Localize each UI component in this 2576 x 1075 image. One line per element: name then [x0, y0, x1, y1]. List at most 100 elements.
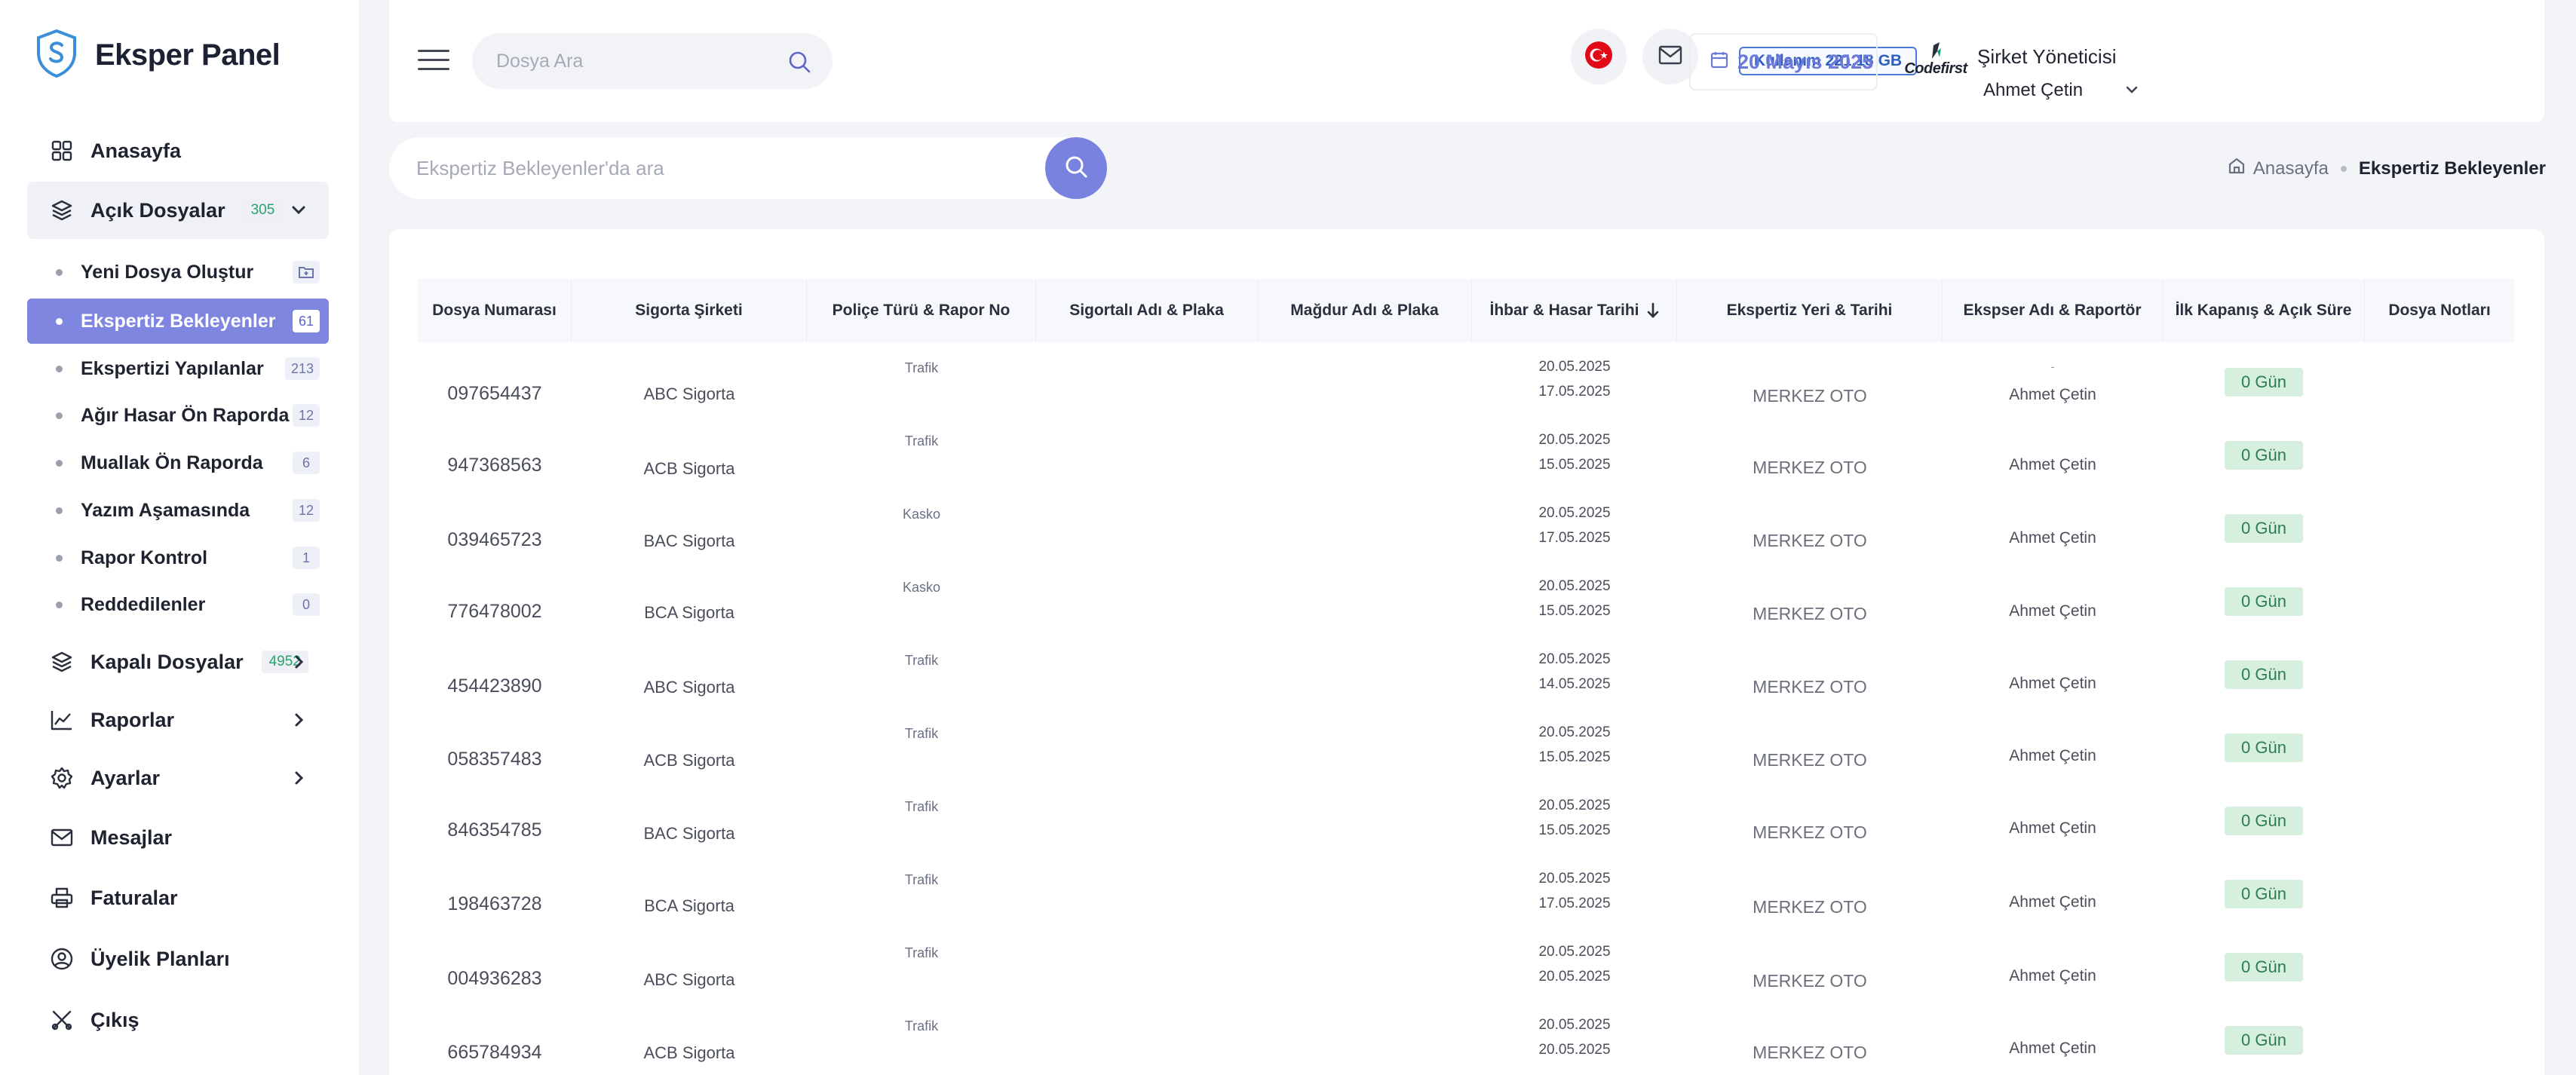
- table-row[interactable]: 198463728 BCA Sigorta Trafik 20.05.2025 17.0…: [418, 856, 2514, 929]
- file-number[interactable]: 776478002: [418, 601, 572, 623]
- bullet-dot: [56, 554, 63, 562]
- sidebar-item-faturalar[interactable]: Faturalar: [27, 869, 329, 926]
- logout-icon: [50, 1008, 74, 1032]
- codefirst-logo-icon: [1932, 42, 1941, 59]
- column-header[interactable]: Ekspser Adı & Raportör: [1943, 279, 2163, 342]
- sidebar-item-uyelik[interactable]: Üyelik Planları: [27, 930, 329, 988]
- sidebar-subitem-label: Rapor Kontrol: [81, 547, 208, 568]
- sidebar-subitem-yeni-dosya[interactable]: Yeni Dosya Oluştur: [27, 250, 329, 295]
- insurance-company: BAC Sigorta: [643, 531, 735, 550]
- sidebar: Eksper Panel Anasayfa Açık Dosyalar 305 …: [0, 0, 359, 1075]
- gear-icon: [50, 766, 74, 790]
- table-row[interactable]: 665784934 ACB Sigorta Trafik 20.05.2025 20.0…: [418, 1002, 2514, 1075]
- dates-cell: 20.05.2025 14.05.2025: [1472, 647, 1677, 697]
- file-number[interactable]: 846354785: [418, 819, 572, 841]
- expert-name: Ahmet Çetin: [2009, 456, 2096, 473]
- notice-date: 20.05.2025: [1538, 944, 1611, 960]
- table-row[interactable]: 039465723 BAC Sigorta Kasko 20.05.2025 17.05…: [418, 490, 2514, 563]
- bullet-dot: [56, 412, 63, 419]
- open-duration-badge: 0 Gün: [2225, 1026, 2303, 1055]
- table-row[interactable]: 097654437 ABC Sigorta Trafik 20.05.2025 17.0…: [418, 344, 2514, 417]
- menu-toggle-icon[interactable]: [418, 50, 449, 72]
- file-number[interactable]: 039465723: [418, 529, 572, 551]
- sidebar-subitem-label: Yeni Dosya Oluştur: [81, 261, 254, 283]
- company-logo: Codefirst: [1902, 41, 1970, 93]
- expert-name: Ahmet Çetin: [2009, 675, 2096, 692]
- breadcrumb-current: Ekspertiz Bekleyenler: [2358, 158, 2546, 179]
- sidebar-item-mesajlar[interactable]: Mesajlar: [27, 809, 329, 866]
- table-row[interactable]: 058357483 ACB Sigorta Trafik 20.05.2025 15.0…: [418, 709, 2514, 783]
- file-number[interactable]: 004936283: [418, 968, 572, 990]
- chevron-down-icon[interactable]: [2122, 80, 2142, 103]
- table-row[interactable]: 454423890 ABC Sigorta Trafik 20.05.2025 14.0…: [418, 636, 2514, 709]
- column-header[interactable]: Sigortalı Adı & Plaka: [1036, 279, 1258, 342]
- sidebar-subitem-agir-hasar[interactable]: Ağır Hasar Ön Raporda 12: [27, 393, 329, 438]
- breadcrumb: Anasayfa Ekspertiz Bekleyenler: [2228, 157, 2546, 180]
- sidebar-subitem-rapor-kontrol[interactable]: Rapor Kontrol 1: [27, 535, 329, 580]
- damage-date: 20.05.2025: [1538, 969, 1611, 985]
- policy-type: Trafik: [904, 433, 939, 449]
- sidebar-item-raporlar[interactable]: Raporlar: [27, 691, 329, 749]
- column-header[interactable]: Sigorta Şirketi: [572, 279, 807, 342]
- file-search-input[interactable]: [496, 50, 768, 72]
- brand[interactable]: Eksper Panel: [35, 29, 281, 82]
- sidebar-subitem-label: Yazım Aşamasında: [81, 499, 250, 521]
- sidebar-item-acik-dosyalar[interactable]: Açık Dosyalar 305: [27, 182, 329, 239]
- column-header[interactable]: Dosya Numarası: [418, 279, 572, 342]
- sidebar-item-anasayfa[interactable]: Anasayfa: [27, 122, 329, 179]
- sidebar-subitem-ekspertiz-bekleyenler[interactable]: Ekspertiz Bekleyenler 61: [27, 299, 329, 344]
- calendar-icon: [1710, 51, 1728, 74]
- inspection-place: MERKEZ OTO: [1753, 897, 1867, 917]
- file-number[interactable]: 198463728: [418, 893, 572, 915]
- user-name[interactable]: Ahmet Çetin: [1983, 80, 2083, 101]
- column-header[interactable]: Poliçe Türü & Rapor No: [807, 279, 1036, 342]
- file-number[interactable]: 454423890: [418, 675, 572, 697]
- sidebar-subitem-reddedilenler[interactable]: Reddedilenler 0: [27, 582, 329, 627]
- table-row[interactable]: 004936283 ABC Sigorta Trafik 20.05.2025 20.0…: [418, 929, 2514, 1002]
- file-number[interactable]: 058357483: [418, 749, 572, 770]
- sidebar-item-kapali-dosyalar[interactable]: Kapalı Dosyalar 4952: [27, 633, 329, 691]
- date-display: 20 Mayıs 2025: [1689, 33, 1878, 90]
- insurance-company: BAC Sigorta: [643, 824, 735, 843]
- file-number[interactable]: 947368563: [418, 455, 572, 476]
- damage-date: 15.05.2025: [1538, 749, 1611, 765]
- file-number[interactable]: 665784934: [418, 1042, 572, 1064]
- insurance-company: ACB Sigorta: [643, 459, 735, 478]
- company-logo-text: Codefirst: [1904, 60, 1967, 77]
- table-row[interactable]: 776478002 BCA Sigorta Kasko 20.05.2025 15.05…: [418, 563, 2514, 636]
- sidebar-subitem-yazim[interactable]: Yazım Aşamasında 12: [27, 488, 329, 533]
- count-badge: 0: [293, 593, 320, 616]
- column-header-sorted[interactable]: İhbar & Hasar Tarihi: [1472, 279, 1677, 342]
- sidebar-item-ayarlar[interactable]: Ayarlar: [27, 749, 329, 807]
- search-submit-button[interactable]: [1045, 137, 1107, 199]
- table-row[interactable]: 846354785 BAC Sigorta Trafik 20.05.2025 15.0…: [418, 783, 2514, 856]
- open-duration-badge: 0 Gün: [2225, 514, 2303, 543]
- column-header[interactable]: Ekspertiz Yeri & Tarihi: [1677, 279, 1943, 342]
- sidebar-subitem-ekspertizi-yapilanlar[interactable]: Ekspertizi Yapılanlar 213: [27, 346, 329, 391]
- dates-cell: 20.05.2025 20.05.2025: [1472, 1012, 1677, 1062]
- user-role: Şirket Yöneticisi: [1977, 45, 2117, 68]
- dates-cell: 20.05.2025 15.05.2025: [1472, 793, 1677, 843]
- column-header[interactable]: Mağdur Adı & Plaka: [1258, 279, 1472, 342]
- inspection-place: MERKEZ OTO: [1753, 604, 1867, 623]
- column-header[interactable]: Dosya Notları: [2365, 279, 2514, 342]
- page-search-input[interactable]: [416, 156, 989, 180]
- damage-date: 20.05.2025: [1538, 1042, 1611, 1058]
- table-row[interactable]: 947368563 ACB Sigorta Trafik 20.05.2025 15.0…: [418, 417, 2514, 490]
- file-number[interactable]: 097654437: [418, 383, 572, 405]
- insurance-company: ABC Sigorta: [643, 384, 735, 403]
- sidebar-subitem-muallak[interactable]: Muallak Ön Raporda 6: [27, 440, 329, 485]
- sidebar-item-label: Faturalar: [90, 886, 178, 909]
- turkey-flag-icon: [1584, 41, 1613, 73]
- breadcrumb-home[interactable]: Anasayfa: [2253, 158, 2329, 179]
- language-button[interactable]: [1571, 29, 1627, 84]
- bullet-dot: [56, 601, 63, 608]
- sidebar-item-cikis[interactable]: Çıkış: [27, 991, 329, 1049]
- column-header[interactable]: İlk Kapanış & Açık Süre: [2163, 279, 2365, 342]
- sidebar-item-label: Üyelik Planları: [90, 947, 230, 970]
- search-icon[interactable]: [787, 50, 811, 78]
- sidebar-subitem-label: Ekspertiz Bekleyenler: [81, 310, 276, 332]
- count-badge: 1: [293, 547, 320, 569]
- dates-cell: 20.05.2025 15.05.2025: [1472, 574, 1677, 623]
- insurance-company: ABC Sigorta: [643, 678, 735, 697]
